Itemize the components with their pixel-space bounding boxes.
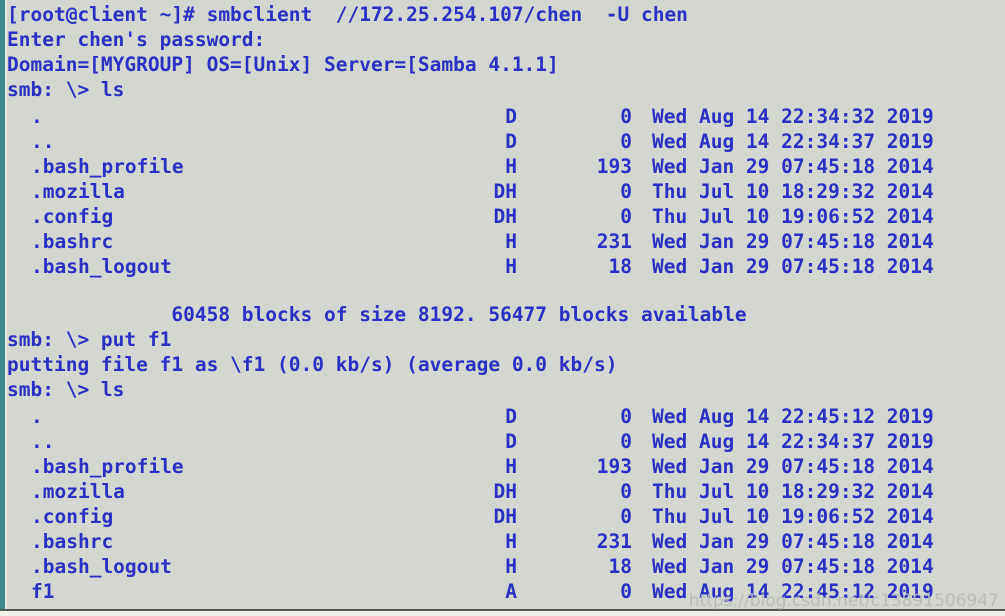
file-list-row: .bash_logout H 18 Wed Jan 29 07:45:18 2014 bbox=[7, 554, 1005, 579]
file-list-row: . D 0 Wed Aug 14 22:34:32 2019 bbox=[7, 104, 1005, 129]
file-timestamp: Wed Jan 29 07:45:18 2014 bbox=[652, 455, 934, 478]
terminal-line: 60458 blocks of size 8192. 56477 blocks … bbox=[7, 303, 747, 326]
file-name: .mozilla bbox=[31, 480, 125, 503]
file-name: .bash_profile bbox=[31, 455, 184, 478]
file-name: .. bbox=[31, 130, 55, 153]
file-name: .bashrc bbox=[31, 230, 114, 253]
file-timestamp: Thu Jul 10 19:06:52 2014 bbox=[652, 505, 934, 528]
file-size: 18 bbox=[608, 255, 632, 278]
file-name: .bashrc bbox=[31, 530, 114, 553]
file-attributes: H bbox=[505, 455, 517, 478]
file-size: 0 bbox=[620, 430, 632, 453]
terminal-line: smb: \> put f1 bbox=[7, 328, 172, 351]
file-list-row: .. D 0 Wed Aug 14 22:34:37 2019 bbox=[7, 129, 1005, 154]
file-name: .config bbox=[31, 205, 114, 228]
file-attributes: DH bbox=[493, 480, 517, 503]
file-timestamp: Wed Aug 14 22:34:32 2019 bbox=[652, 105, 934, 128]
file-list-row: .bash_profile H 193 Wed Jan 29 07:45:18 201… bbox=[7, 454, 1005, 479]
file-size: 18 bbox=[608, 555, 632, 578]
file-list-row: .mozilla DH 0 Thu Jul 10 18:29:32 2014 bbox=[7, 179, 1005, 204]
file-attributes: D bbox=[505, 105, 517, 128]
terminal-line: smb: \> ls bbox=[7, 78, 125, 101]
file-timestamp: Wed Jan 29 07:45:18 2014 bbox=[652, 530, 934, 553]
terminal-line: [root@client ~]# smbclient //172.25.254.… bbox=[7, 3, 688, 26]
file-attributes: D bbox=[505, 130, 517, 153]
file-timestamp: Wed Aug 14 22:34:37 2019 bbox=[652, 430, 934, 453]
file-list-row: . D 0 Wed Aug 14 22:45:12 2019 bbox=[7, 404, 1005, 429]
file-attributes: H bbox=[505, 530, 517, 553]
file-size: 0 bbox=[620, 105, 632, 128]
file-timestamp: Wed Jan 29 07:45:18 2014 bbox=[652, 155, 934, 178]
file-list-row: .bash_logout H 18 Wed Jan 29 07:45:18 2014 bbox=[7, 254, 1005, 279]
file-attributes: H bbox=[505, 555, 517, 578]
file-timestamp: Wed Aug 14 22:45:12 2019 bbox=[652, 405, 934, 428]
file-size: 193 bbox=[596, 455, 632, 478]
file-attributes: H bbox=[505, 155, 517, 178]
watermark-text: https://blog.csdn.net/c13891506947 bbox=[688, 591, 999, 611]
file-name: .bash_logout bbox=[31, 255, 172, 278]
file-attributes: DH bbox=[493, 205, 517, 228]
file-timestamp: Thu Jul 10 18:29:32 2014 bbox=[652, 180, 934, 203]
file-list-row: .config DH 0 Thu Jul 10 19:06:52 2014 bbox=[7, 504, 1005, 529]
terminal-screen[interactable]: [root@client ~]# smbclient //172.25.254.… bbox=[7, 0, 1005, 609]
file-timestamp: Thu Jul 10 19:06:52 2014 bbox=[652, 205, 934, 228]
file-timestamp: Thu Jul 10 18:29:32 2014 bbox=[652, 480, 934, 503]
file-attributes: H bbox=[505, 230, 517, 253]
file-size: 193 bbox=[596, 155, 632, 178]
file-list-row: .bash_profile H 193 Wed Jan 29 07:45:18 201… bbox=[7, 154, 1005, 179]
file-size: 231 bbox=[596, 530, 632, 553]
file-list-row: .bashrc H 231 Wed Jan 29 07:45:18 2014 bbox=[7, 229, 1005, 254]
terminal-line: smb: \> ls bbox=[7, 378, 125, 401]
file-attributes: DH bbox=[493, 180, 517, 203]
file-size: 0 bbox=[620, 130, 632, 153]
file-size: 0 bbox=[620, 580, 632, 603]
file-attributes: A bbox=[505, 580, 517, 603]
file-size: 0 bbox=[620, 205, 632, 228]
file-size: 0 bbox=[620, 180, 632, 203]
file-name: .bash_logout bbox=[31, 555, 172, 578]
window-bottom-strip bbox=[0, 611, 1005, 616]
file-name: .mozilla bbox=[31, 180, 125, 203]
terminal-window: [root@client ~]# smbclient //172.25.254.… bbox=[0, 0, 1005, 616]
file-list-row: .. D 0 Wed Aug 14 22:34:37 2019 bbox=[7, 429, 1005, 454]
file-size: 0 bbox=[620, 480, 632, 503]
file-timestamp: Wed Aug 14 22:34:37 2019 bbox=[652, 130, 934, 153]
file-name: . bbox=[31, 405, 43, 428]
file-list-row: .mozilla DH 0 Thu Jul 10 18:29:32 2014 bbox=[7, 479, 1005, 504]
file-name: .config bbox=[31, 505, 114, 528]
terminal-line: Domain=[MYGROUP] OS=[Unix] Server=[Samba… bbox=[7, 53, 559, 76]
file-name: f1 bbox=[31, 580, 55, 603]
file-name: .. bbox=[31, 430, 55, 453]
file-list-row: .bashrc H 231 Wed Jan 29 07:45:18 2014 bbox=[7, 529, 1005, 554]
file-name: . bbox=[31, 105, 43, 128]
file-attributes: D bbox=[505, 405, 517, 428]
file-list-row: .config DH 0 Thu Jul 10 19:06:52 2014 bbox=[7, 204, 1005, 229]
file-timestamp: Wed Jan 29 07:45:18 2014 bbox=[652, 230, 934, 253]
file-name: .bash_profile bbox=[31, 155, 184, 178]
file-timestamp: Wed Jan 29 07:45:18 2014 bbox=[652, 255, 934, 278]
file-attributes: DH bbox=[493, 505, 517, 528]
file-attributes: H bbox=[505, 255, 517, 278]
file-timestamp: Wed Jan 29 07:45:18 2014 bbox=[652, 555, 934, 578]
file-size: 231 bbox=[596, 230, 632, 253]
file-attributes: D bbox=[505, 430, 517, 453]
file-size: 0 bbox=[620, 505, 632, 528]
file-size: 0 bbox=[620, 405, 632, 428]
terminal-line: Enter chen's password: bbox=[7, 28, 266, 51]
terminal-line: putting file f1 as \f1 (0.0 kb/s) (avera… bbox=[7, 353, 618, 376]
